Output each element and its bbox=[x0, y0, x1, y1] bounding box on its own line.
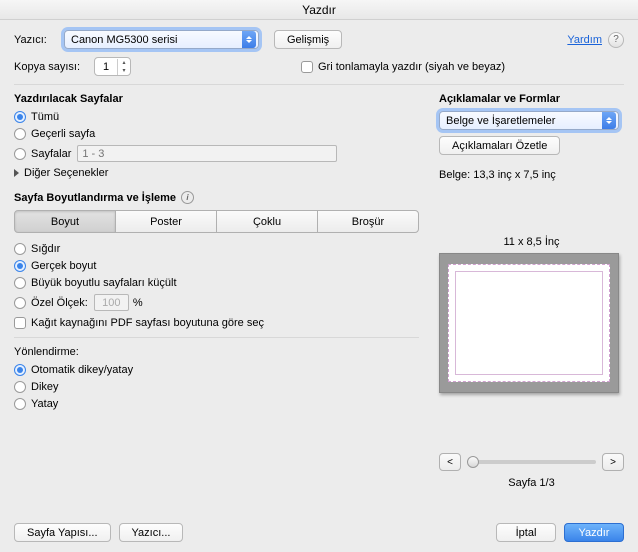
window-title: Yazdır bbox=[302, 3, 336, 17]
sizing-title: Sayfa Boyutlandırma ve İşleme bbox=[14, 192, 176, 204]
actual-size-radio[interactable] bbox=[14, 260, 26, 272]
pages-range-input[interactable] bbox=[77, 145, 337, 162]
orientation-auto-label: Otomatik dikey/yatay bbox=[31, 364, 133, 376]
slider-thumb[interactable] bbox=[467, 456, 479, 468]
printer-select-value: Canon MG5300 serisi bbox=[71, 34, 177, 46]
orientation-portrait-radio[interactable] bbox=[14, 381, 26, 393]
orientation-title: Yönlendirme: bbox=[14, 346, 419, 358]
comments-select[interactable]: Belge ve İşaretlemeler bbox=[439, 111, 619, 130]
prev-page-button[interactable]: < bbox=[439, 453, 461, 471]
preview-page bbox=[448, 264, 610, 382]
printer-select[interactable]: Canon MG5300 serisi bbox=[64, 30, 259, 49]
copies-label: Kopya sayısı: bbox=[14, 61, 94, 73]
select-arrows-icon bbox=[602, 112, 616, 129]
actual-size-label: Gerçek boyut bbox=[31, 260, 96, 272]
tab-size[interactable]: Boyut bbox=[14, 210, 116, 233]
select-arrows-icon bbox=[242, 31, 256, 48]
page-slider[interactable] bbox=[467, 460, 596, 464]
document-dimensions: Belge: 13,3 inç x 7,5 inç bbox=[439, 169, 624, 181]
paper-source-checkbox[interactable] bbox=[14, 317, 26, 329]
grayscale-label: Gri tonlamayla yazdır (siyah ve beyaz) bbox=[318, 61, 505, 73]
paper-dimensions: 11 x 8,5 İnç bbox=[439, 236, 624, 248]
print-button[interactable]: Yazdır bbox=[564, 523, 624, 542]
grayscale-checkbox[interactable] bbox=[301, 61, 313, 73]
printer-label: Yazıcı: bbox=[14, 34, 64, 46]
next-page-button[interactable]: > bbox=[602, 453, 624, 471]
pages-range-radio[interactable] bbox=[14, 148, 26, 160]
fit-label: Sığdır bbox=[31, 243, 60, 255]
custom-scale-unit: % bbox=[133, 297, 143, 309]
pages-range-label: Sayfalar bbox=[31, 148, 71, 160]
page-setup-button[interactable]: Sayfa Yapısı... bbox=[14, 523, 111, 542]
more-options-label[interactable]: Diğer Seçenekler bbox=[24, 167, 108, 179]
summarize-comments-button[interactable]: Açıklamaları Özetle bbox=[439, 136, 560, 155]
custom-scale-input[interactable] bbox=[94, 294, 129, 311]
cancel-button[interactable]: İptal bbox=[496, 523, 556, 542]
page-indicator: Sayfa 1/3 bbox=[439, 477, 624, 489]
spinner-down-icon[interactable]: ▾ bbox=[118, 67, 130, 75]
orientation-portrait-label: Dikey bbox=[31, 381, 59, 393]
comments-select-value: Belge ve İşaretlemeler bbox=[446, 115, 555, 127]
shrink-radio[interactable] bbox=[14, 277, 26, 289]
custom-scale-label: Özel Ölçek: bbox=[31, 297, 88, 309]
pages-current-label: Geçerli sayfa bbox=[31, 128, 95, 140]
page-preview bbox=[439, 253, 619, 393]
copies-spinner[interactable]: ▴ ▾ bbox=[94, 57, 131, 76]
advanced-button[interactable]: Gelişmiş bbox=[274, 30, 342, 49]
help-icon[interactable]: ? bbox=[608, 32, 624, 48]
disclosure-triangle-icon[interactable] bbox=[14, 169, 19, 177]
preview-margin-guide bbox=[455, 271, 603, 375]
pages-current-radio[interactable] bbox=[14, 128, 26, 140]
paper-source-label: Kağıt kaynağını PDF sayfası boyutuna gör… bbox=[31, 317, 264, 329]
pages-to-print-title: Yazdırılacak Sayfalar bbox=[14, 93, 419, 105]
orientation-landscape-radio[interactable] bbox=[14, 398, 26, 410]
info-icon[interactable]: i bbox=[181, 191, 194, 204]
window-titlebar: Yazdır bbox=[0, 0, 638, 20]
tab-poster[interactable]: Poster bbox=[115, 210, 217, 233]
custom-scale-radio[interactable] bbox=[14, 297, 26, 309]
divider bbox=[14, 84, 624, 85]
shrink-label: Büyük boyutlu sayfaları küçült bbox=[31, 277, 177, 289]
copies-input[interactable] bbox=[95, 61, 117, 73]
tab-booklet[interactable]: Broşür bbox=[317, 210, 419, 233]
printer-button[interactable]: Yazıcı... bbox=[119, 523, 184, 542]
spinner-up-icon[interactable]: ▴ bbox=[118, 59, 130, 67]
fit-radio[interactable] bbox=[14, 243, 26, 255]
tab-multi[interactable]: Çoklu bbox=[216, 210, 318, 233]
divider bbox=[14, 337, 419, 338]
orientation-landscape-label: Yatay bbox=[31, 398, 58, 410]
sizing-tabs: Boyut Poster Çoklu Broşür bbox=[14, 210, 419, 233]
comments-title: Açıklamalar ve Formlar bbox=[439, 93, 624, 105]
pages-all-radio[interactable] bbox=[14, 111, 26, 123]
orientation-auto-radio[interactable] bbox=[14, 364, 26, 376]
help-link[interactable]: Yardım bbox=[567, 34, 602, 46]
pages-all-label: Tümü bbox=[31, 111, 59, 123]
